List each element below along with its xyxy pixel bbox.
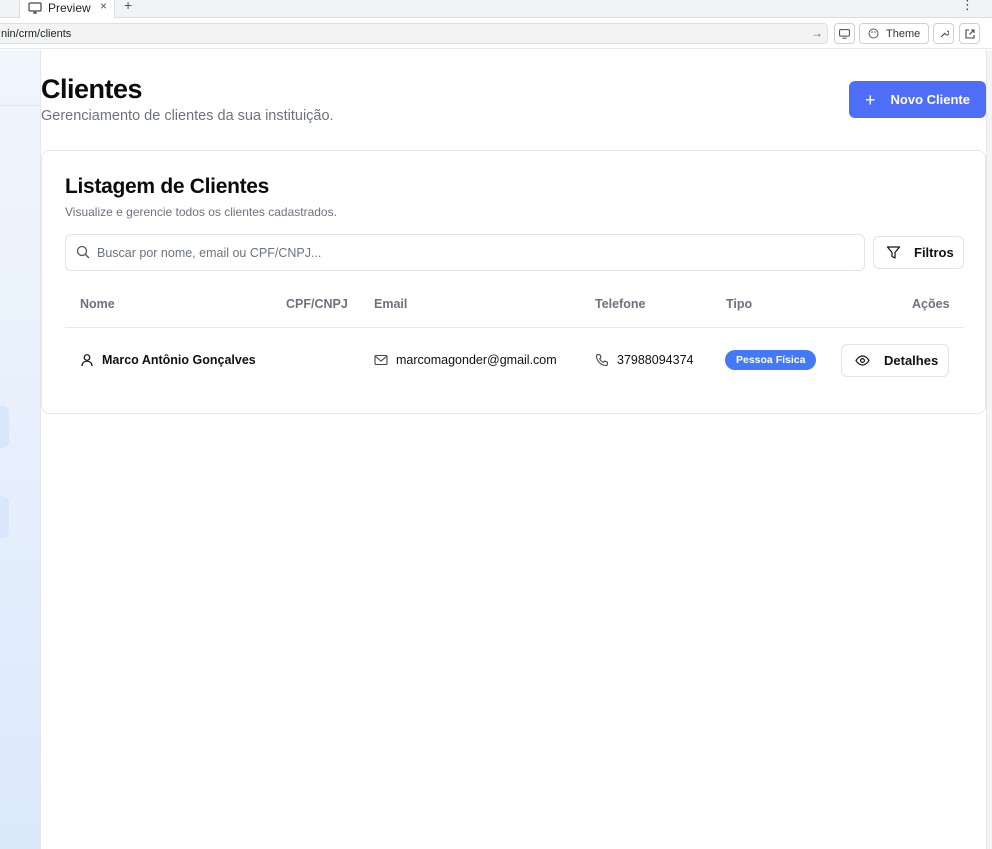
tab-title: Preview	[48, 0, 91, 15]
monitor-icon	[839, 28, 850, 39]
column-header-phone: Telefone	[595, 297, 646, 311]
scrollbar-track[interactable]	[986, 50, 992, 849]
clients-card: Listagem de Clientes Visualize e gerenci…	[41, 150, 986, 414]
open-external-button[interactable]	[959, 23, 980, 44]
new-tab-button[interactable]: +	[124, 0, 132, 13]
column-header-actions: Ações	[912, 297, 950, 311]
table-cell-phone: 37988094374	[595, 353, 693, 367]
table-cell-email: marcomagonder@gmail.com	[374, 353, 557, 367]
column-header-type: Tipo	[726, 297, 753, 311]
user-icon	[81, 354, 93, 367]
address-bar: nin/crm/clients → Theme	[0, 19, 992, 49]
plus-icon: +	[865, 89, 876, 110]
page-subtitle: Gerenciamento de clientes da sua institu…	[41, 108, 334, 124]
column-header-document: CPF/CNPJ	[286, 297, 348, 311]
sidebar-divider	[0, 105, 41, 106]
client-email: marcomagonder@gmail.com	[396, 353, 557, 367]
sidebar-item[interactable]	[0, 406, 9, 448]
details-label: Detalhes	[884, 353, 939, 368]
browser-tab-preview[interactable]: Preview ×	[19, 0, 115, 18]
theme-label: Theme	[886, 27, 921, 40]
filters-button[interactable]: Filtros	[873, 236, 964, 269]
monitor-icon	[28, 1, 42, 14]
client-type-badge: Pessoa Física	[725, 350, 817, 370]
phone-icon	[595, 353, 609, 367]
url-text: nin/crm/clients	[1, 27, 72, 40]
search-input[interactable]	[97, 244, 837, 262]
eye-icon	[855, 355, 870, 366]
card-subtitle: Visualize e gerencie todos os clientes c…	[65, 205, 337, 219]
new-client-label: Novo Cliente	[890, 92, 970, 107]
filter-icon	[886, 246, 901, 259]
search-box	[65, 234, 865, 271]
sidebar	[0, 50, 41, 849]
mail-icon	[374, 354, 388, 366]
theme-button[interactable]: Theme	[859, 23, 929, 44]
browser-tab-bar: Preview × + ⋮	[0, 0, 992, 18]
arrow-right-icon[interactable]: →	[811, 26, 823, 40]
search-icon	[76, 245, 90, 259]
palette-icon	[868, 28, 879, 39]
client-phone: 37988094374	[617, 353, 694, 367]
page-title: Clientes	[41, 74, 143, 104]
client-name: Marco Antônio Gonçalves	[102, 353, 256, 367]
device-preview-button[interactable]	[834, 23, 855, 44]
tools-button[interactable]	[933, 23, 954, 44]
close-tab-icon[interactable]: ×	[100, 0, 107, 13]
sidebar-item[interactable]	[0, 496, 9, 538]
wrench-icon	[940, 29, 949, 37]
new-client-button[interactable]: + Novo Cliente	[849, 81, 986, 118]
column-header-email: Email	[374, 297, 408, 311]
table-header-divider	[65, 327, 964, 328]
url-field[interactable]: nin/crm/clients →	[0, 23, 828, 44]
browser-menu-icon[interactable]: ⋮	[961, 0, 974, 13]
details-button[interactable]: Detalhes	[841, 344, 949, 377]
column-header-name: Nome	[80, 297, 115, 311]
table-cell-name: Marco Antônio Gonçalves	[80, 353, 256, 367]
external-link-icon	[964, 28, 975, 39]
card-title: Listagem de Clientes	[65, 175, 270, 198]
filters-label: Filtros	[914, 245, 954, 260]
